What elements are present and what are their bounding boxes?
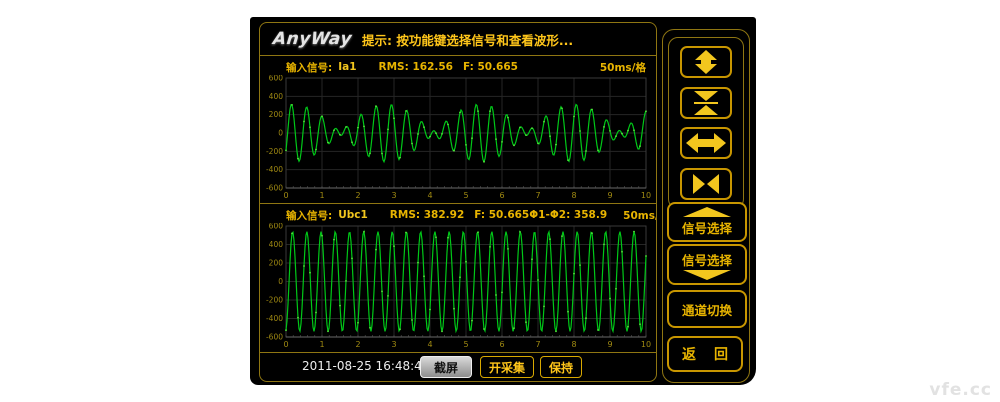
svg-text:600: 600 [269,75,284,83]
panel-header: 输入信号: Ia1 RMS: 162.56 F: 50.665 50ms/格 [260,56,656,75]
up-triangle-icon [683,207,731,217]
hint-text: 提示: 按功能键选择信号和查看波形... [362,30,573,49]
main-content-box: AnyWay 提示: 按功能键选择信号和查看波形... 输入信号: Ia1 RM… [259,22,657,382]
signal-select-up-label: 信号选择 [682,218,732,237]
input-signal-label: 输入信号: [286,60,332,75]
svg-text:400: 400 [269,240,284,249]
signal-select-up-button[interactable]: 信号选择 [667,202,747,242]
input-signal-label: 输入信号: [286,208,332,223]
return-label-right: 回 [714,344,728,364]
return-label-left: 返 [682,344,696,364]
rms-readout: RMS: 382.92 [390,209,464,221]
waveform-chart: 6004002000-200-400-600012345678910 [260,223,654,350]
svg-text:10: 10 [641,340,651,349]
signal-name: Ubc1 [338,209,368,221]
compress-vertical-icon [688,91,724,115]
svg-text:0: 0 [278,277,283,286]
hold-button[interactable]: 保持 [540,356,582,378]
channel-switch-label: 通道切换 [682,300,732,319]
rms-readout: RMS: 162.56 [379,61,453,73]
svg-text:1: 1 [319,191,324,200]
svg-text:9: 9 [607,191,612,200]
compress-horizontal-button[interactable] [680,168,732,200]
svg-text:1: 1 [319,340,324,349]
svg-text:-200: -200 [266,296,283,305]
svg-text:8: 8 [571,340,576,349]
instrument-screen: AnyWay 提示: 按功能键选择信号和查看波形... 输入信号: Ia1 RM… [250,17,756,385]
expand-horizontal-button[interactable] [680,127,732,159]
svg-text:0: 0 [283,191,288,200]
svg-text:400: 400 [269,92,284,101]
svg-text:9: 9 [607,340,612,349]
svg-text:0: 0 [278,129,283,138]
svg-text:4: 4 [427,191,432,200]
svg-text:200: 200 [269,259,284,268]
svg-text:-200: -200 [266,147,283,156]
screenshot-button[interactable]: 截屏 [420,356,472,378]
svg-text:-400: -400 [266,165,283,174]
signal-name: Ia1 [338,61,356,73]
svg-text:6: 6 [499,191,504,200]
down-triangle-icon [683,270,731,280]
channel-switch-button[interactable]: 通道切换 [667,290,747,328]
start-acquisition-button[interactable]: 开采集 [480,356,534,378]
side-control-panel: 信号选择 信号选择 通道切换 返 回 [662,29,750,383]
svg-text:-600: -600 [266,184,283,193]
waveform-panel-ubc1: 输入信号: Ubc1 RMS: 382.92 F: 50.665 Φ1-Φ2: … [260,204,656,353]
expand-vertical-button[interactable] [680,46,732,78]
svg-text:4: 4 [427,340,432,349]
expand-vertical-icon [688,50,724,74]
zoom-button-group [668,37,744,209]
phase-readout: Φ1-Φ2: 358.9 [529,209,607,221]
signal-select-down-button[interactable]: 信号选择 [667,244,747,285]
frequency-readout: F: 50.665 [474,209,529,221]
anyway-logo: AnyWay [272,29,353,49]
waveform-chart: 6004002000-200-400-600012345678910 [260,75,654,201]
expand-horizontal-icon [686,133,726,153]
svg-text:7: 7 [535,191,540,200]
svg-text:600: 600 [269,223,284,231]
return-button[interactable]: 返 回 [667,336,743,372]
title-bar: AnyWay 提示: 按功能键选择信号和查看波形... [260,23,656,56]
chart-area: 6004002000-200-400-600012345678910 [260,75,656,203]
timebase-readout: 50ms/格 [623,208,657,223]
svg-text:2: 2 [355,340,360,349]
compress-horizontal-icon [686,174,726,194]
svg-text:0: 0 [283,340,288,349]
svg-text:8: 8 [571,191,576,200]
svg-text:3: 3 [391,340,396,349]
app-background: { "watermark": "vfe.cc", "header": { "lo… [0,0,1000,402]
svg-text:-400: -400 [266,314,283,323]
svg-text:10: 10 [641,191,651,200]
chart-area: 6004002000-200-400-600012345678910 [260,223,656,352]
svg-text:3: 3 [391,191,396,200]
timestamp: 2011-08-25 16:48:45 [302,359,429,373]
svg-text:2: 2 [355,191,360,200]
signal-select-down-label: 信号选择 [682,250,732,269]
svg-text:5: 5 [463,340,468,349]
svg-text:6: 6 [499,340,504,349]
watermark: vfe.cc [929,380,992,400]
frequency-readout: F: 50.665 [463,61,518,73]
timebase-readout: 50ms/格 [600,60,646,75]
svg-text:200: 200 [269,110,284,119]
compress-vertical-button[interactable] [680,87,732,119]
svg-text:5: 5 [463,191,468,200]
footer-bar: 2011-08-25 16:48:45 截屏 开采集 保持 [260,353,656,381]
panel-header: 输入信号: Ubc1 RMS: 382.92 F: 50.665 Φ1-Φ2: … [260,204,656,223]
waveform-panel-ia1: 输入信号: Ia1 RMS: 162.56 F: 50.665 50ms/格 6… [260,56,656,204]
svg-text:-600: -600 [266,333,283,342]
svg-text:7: 7 [535,340,540,349]
